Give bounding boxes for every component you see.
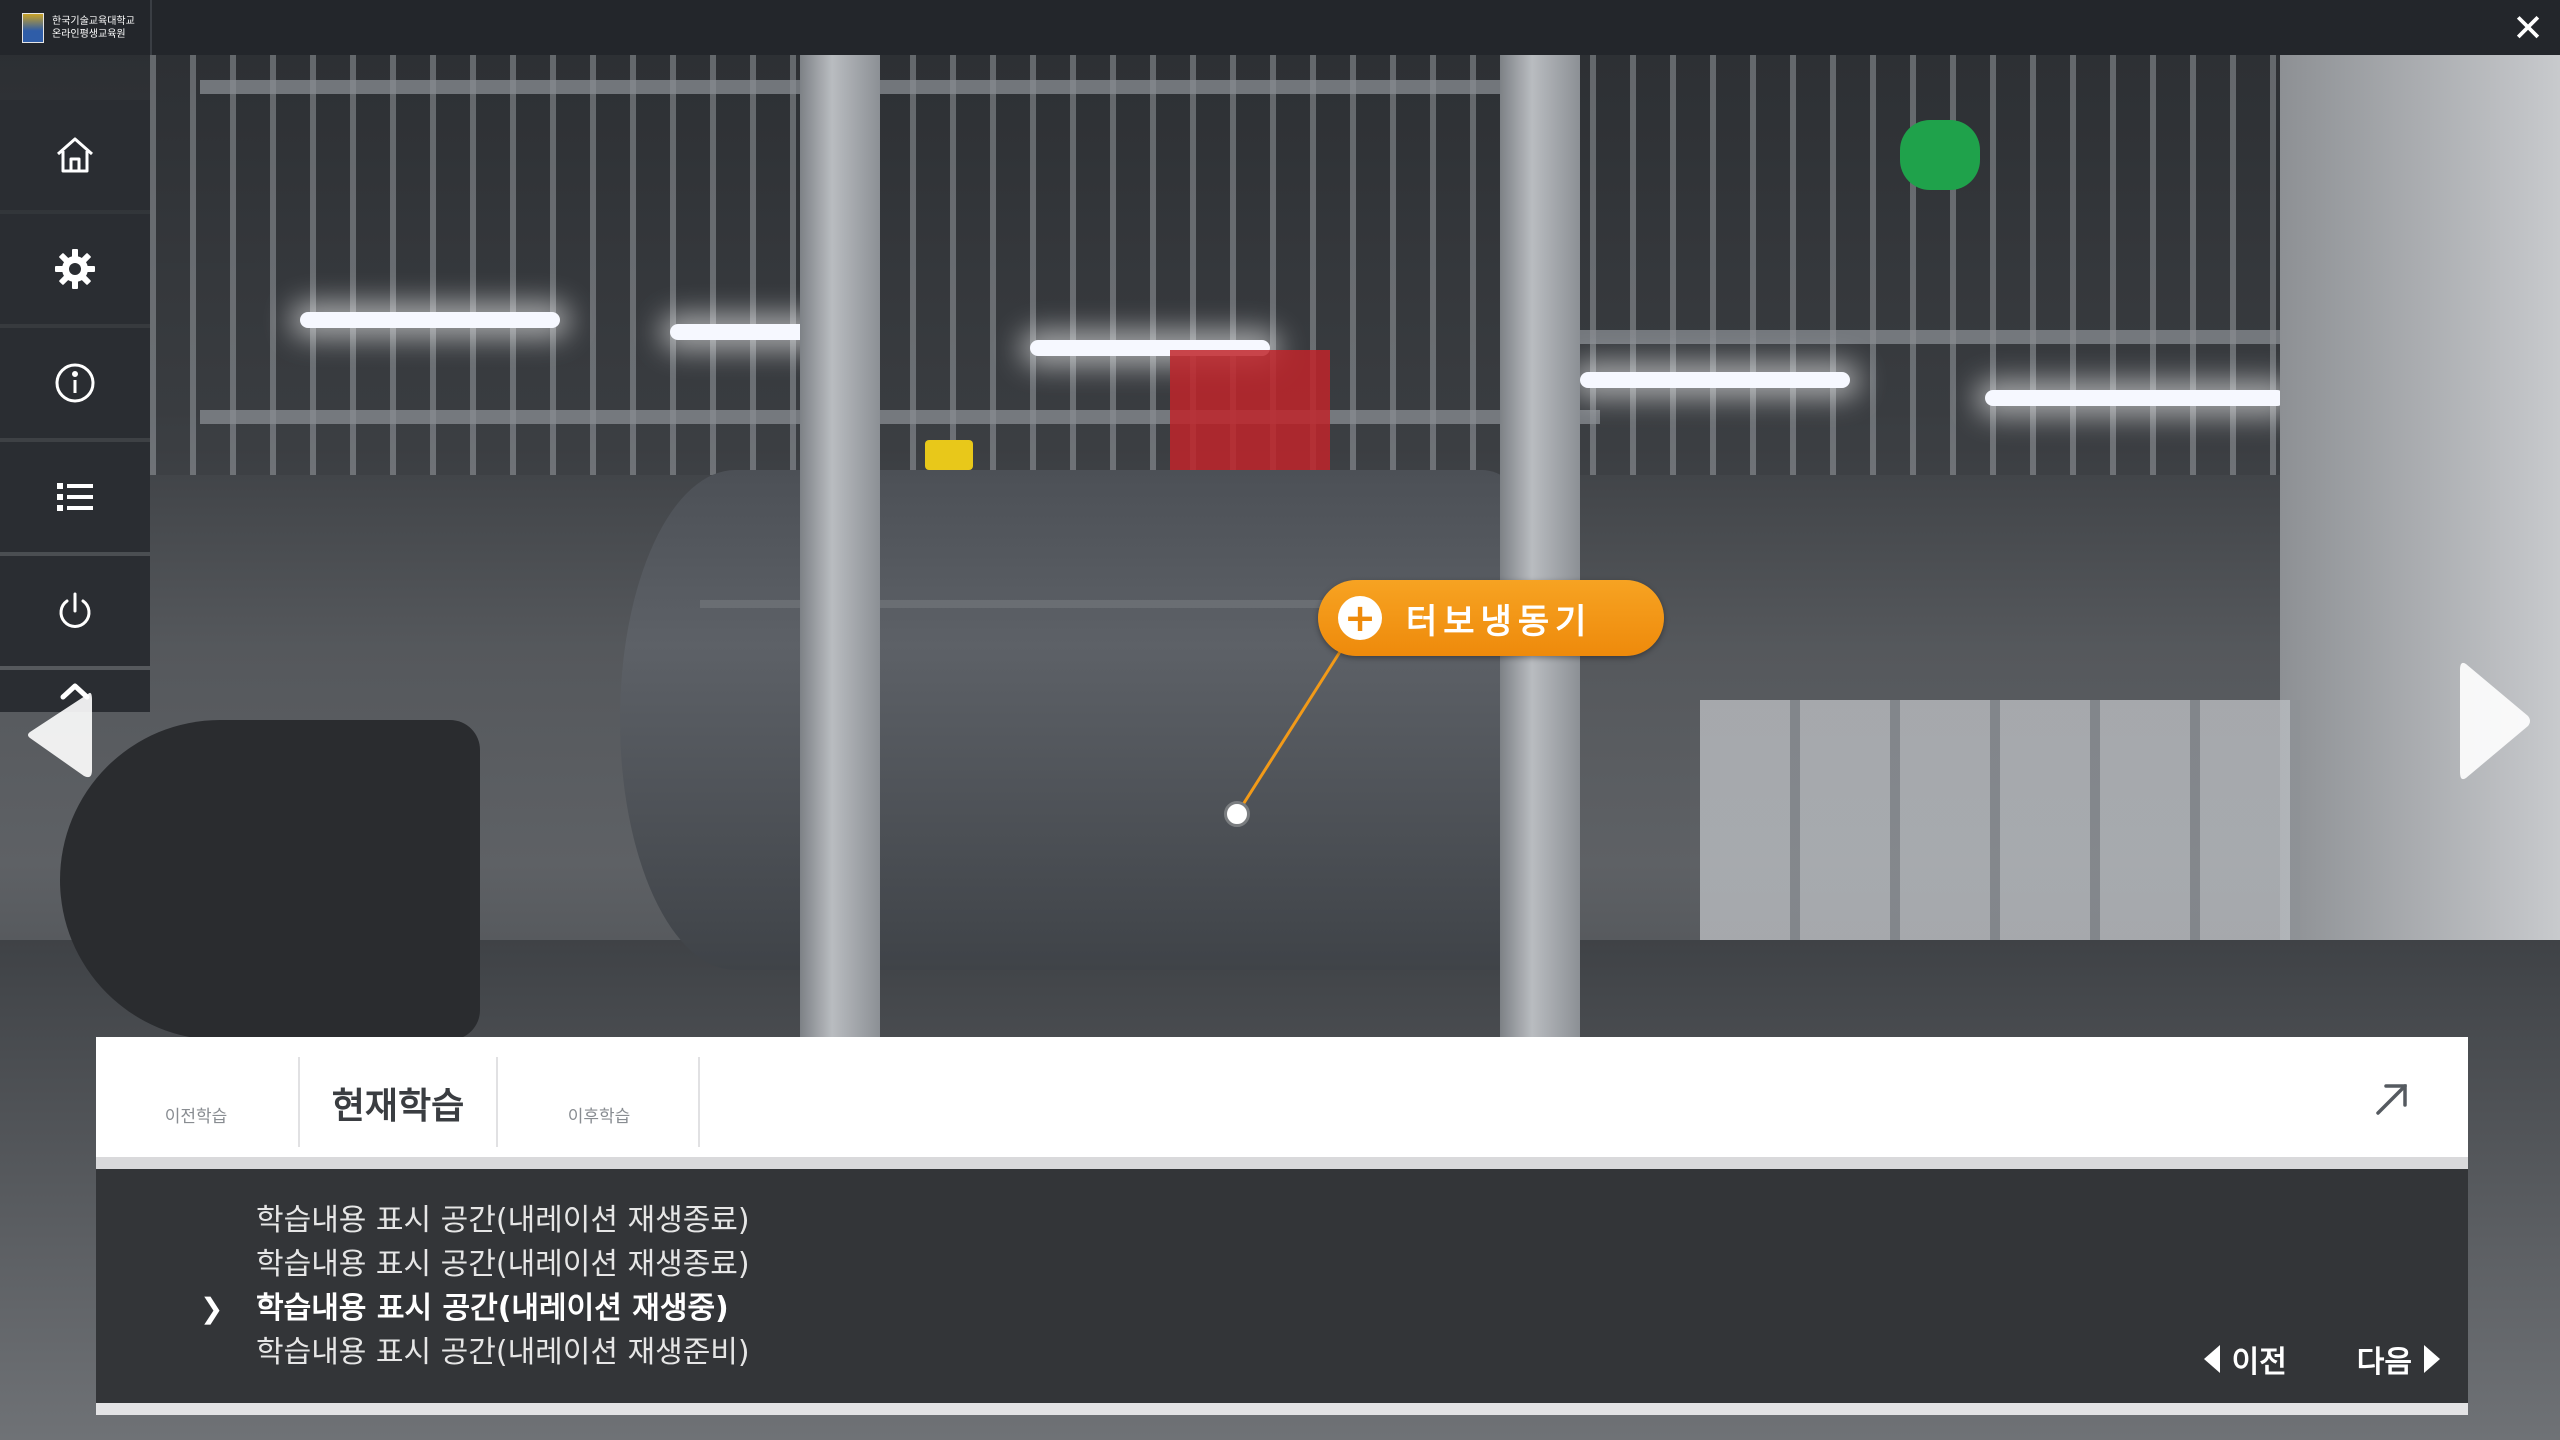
expand-button[interactable] <box>2372 1079 2412 1119</box>
next-button[interactable]: 다음 <box>2357 1337 2440 1381</box>
tab-previous-learning[interactable]: 이전학습 <box>96 1057 296 1147</box>
tab-label: 이전학습 <box>164 1107 228 1127</box>
tab-label: 이후학습 <box>567 1107 631 1127</box>
expand-arrow-icon <box>2376 1084 2407 1115</box>
learning-tabs: 이전학습 현재학습 이후학습 <box>96 1037 2468 1169</box>
content-line-text: 학습내용 표시 공간(내레이션 재생중) <box>256 1291 729 1326</box>
tab-current-learning[interactable]: 현재학습 <box>298 1057 498 1147</box>
next-button-label: 다음 <box>2356 1345 2412 1380</box>
hotspot-turbo-chiller[interactable]: + 터보냉동기 <box>1318 580 1664 656</box>
panel-bottom-edge <box>96 1403 2468 1415</box>
content-line: 학습내용 표시 공간(내레이션 재생종료) <box>256 1243 750 1287</box>
tab-label: 현재학습 <box>331 1086 465 1127</box>
active-line-marker-icon: ❯ <box>200 1292 224 1325</box>
prev-button-label: 이전 <box>2231 1345 2287 1380</box>
content-line-text: 학습내용 표시 공간(내레이션 재생종료) <box>256 1203 750 1238</box>
learning-content: 학습내용 표시 공간(내레이션 재생종료) 학습내용 표시 공간(내레이션 재생… <box>96 1169 2468 1403</box>
tab-next-learning[interactable]: 이후학습 <box>500 1057 700 1147</box>
triangle-right-icon <box>2424 1345 2440 1373</box>
pager: 이전 다음 <box>2203 1337 2440 1381</box>
content-line-text: 학습내용 표시 공간(내레이션 재생종료) <box>256 1247 750 1282</box>
learning-panel: 이전학습 현재학습 이후학습 학습내용 표시 공간(내레이션 재생종료) 학습내… <box>96 1037 2468 1415</box>
triangle-left-icon <box>2203 1345 2220 1373</box>
content-line-active: ❯ 학습내용 표시 공간(내레이션 재생중) <box>200 1287 750 1331</box>
plus-icon: + <box>1338 596 1382 640</box>
hotspot-anchor-dot[interactable] <box>1224 801 1250 827</box>
prev-button[interactable]: 이전 <box>2203 1337 2287 1381</box>
content-line: 학습내용 표시 공간(내레이션 재생준비) <box>256 1331 750 1375</box>
content-line-text: 학습내용 표시 공간(내레이션 재생준비) <box>256 1335 750 1370</box>
content-lines: 학습내용 표시 공간(내레이션 재생종료) 학습내용 표시 공간(내레이션 재생… <box>200 1199 750 1375</box>
content-line: 학습내용 표시 공간(내레이션 재생종료) <box>256 1199 750 1243</box>
hotspot-label: 터보냉동기 <box>1406 601 1593 642</box>
